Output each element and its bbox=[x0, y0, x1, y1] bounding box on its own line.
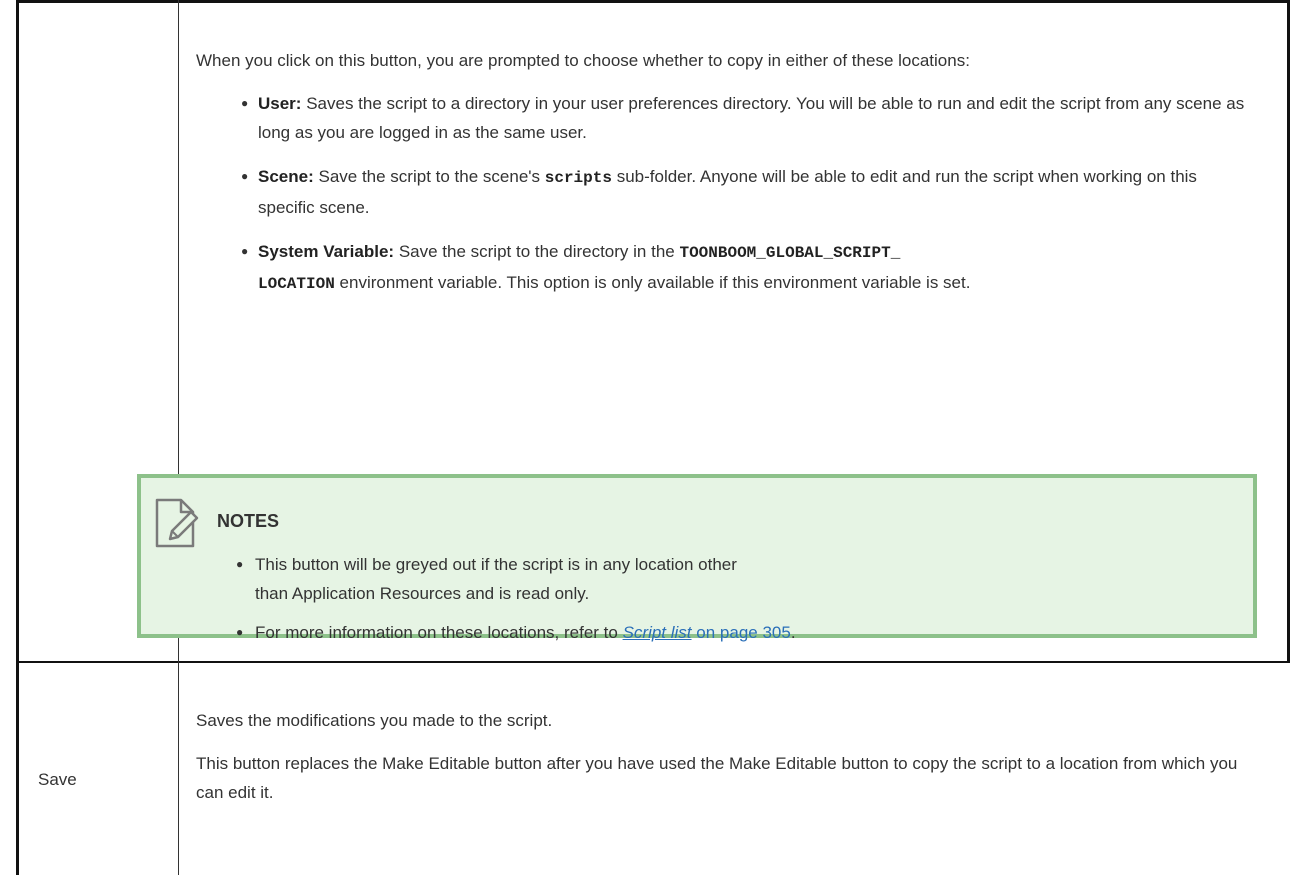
list-item-system-variable: ● System Variable: Save the script to th… bbox=[196, 237, 1256, 299]
table-row-divider bbox=[16, 661, 1290, 663]
code-env-variable: TOONBOOM_GLOBAL_SCRIPT_ bbox=[679, 244, 901, 262]
location-list: ● User: Saves the script to a directory … bbox=[196, 89, 1256, 299]
row-make-editable-description: When you click on this button, you are p… bbox=[196, 46, 1256, 314]
intro-paragraph: When you click on this button, you are p… bbox=[196, 51, 970, 70]
notes-list: ● This button will be greyed out if the … bbox=[236, 550, 796, 657]
note-text: This button will be greyed out if the sc… bbox=[255, 555, 737, 574]
table-border-left bbox=[16, 0, 19, 875]
table-border-top bbox=[16, 0, 1290, 3]
notes-box: NOTES ● This button will be greyed out i… bbox=[137, 474, 1257, 642]
save-paragraph-1: Saves the modifications you made to the … bbox=[196, 711, 553, 730]
code-scripts: scripts bbox=[544, 169, 612, 187]
bullet-label: Scene: bbox=[258, 167, 314, 186]
save-paragraph-2: This button replaces the Make Editable b… bbox=[196, 754, 1238, 802]
note-item: ● For more information on these location… bbox=[236, 618, 796, 647]
bullet-icon: ● bbox=[236, 557, 244, 571]
row-label-save: Save bbox=[38, 770, 77, 789]
code-env-variable-cont: LOCATION bbox=[258, 275, 335, 293]
notes-title: NOTES bbox=[217, 511, 280, 531]
bullet-label: User: bbox=[258, 94, 302, 113]
row-save-description: Saves the modifications you made to the … bbox=[196, 706, 1256, 821]
list-item-scene: ● Scene: Save the script to the scene's … bbox=[196, 162, 1256, 222]
note-text-cont: than Application Resources and is read o… bbox=[255, 584, 590, 603]
note-text: For more information on these locations,… bbox=[255, 623, 618, 642]
page-reference-link[interactable]: on page 305 bbox=[696, 623, 791, 642]
bullet-text: environment variable. This option is onl… bbox=[339, 273, 971, 292]
note-item: ● This button will be greyed out if the … bbox=[236, 550, 796, 608]
bullet-text: Save the script to the scene's bbox=[318, 167, 541, 186]
script-list-link[interactable]: Script list bbox=[623, 623, 692, 642]
bullet-icon: ● bbox=[241, 244, 249, 258]
table-border-right bbox=[1287, 0, 1290, 661]
bullet-icon: ● bbox=[241, 96, 249, 110]
bullet-icon: ● bbox=[236, 625, 244, 639]
list-item-user: ● User: Saves the script to a directory … bbox=[196, 89, 1256, 147]
bullet-text: Saves the script to a directory in your … bbox=[258, 94, 1245, 142]
bullet-icon: ● bbox=[241, 169, 249, 183]
bullet-label: System Variable: bbox=[258, 242, 395, 261]
note-pencil-icon bbox=[153, 496, 203, 550]
bullet-text: Save the script to the directory in the bbox=[398, 242, 675, 261]
table-column-divider bbox=[178, 0, 179, 875]
note-text-end: . bbox=[790, 623, 796, 642]
